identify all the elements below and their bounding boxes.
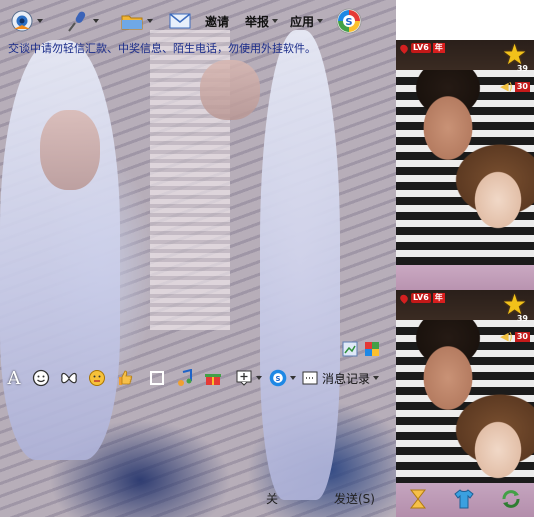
shake-face-icon [89, 370, 105, 386]
close-button[interactable]: 关 [266, 490, 278, 507]
image-expand-icon [342, 341, 358, 357]
contact-profile-card[interactable]: LV6 年 ★ 39 ◀) 30 [396, 40, 534, 265]
font-icon: A [7, 367, 21, 389]
top-toolbar: 邀请 举报 应用 S [0, 0, 396, 40]
hourglass-icon [410, 489, 427, 508]
format-toolbar: A S 消息记录 [0, 366, 396, 390]
app-center-button[interactable]: S [336, 8, 362, 34]
music-button[interactable] [174, 366, 196, 390]
heart-icon [398, 42, 410, 54]
dress-up-button[interactable] [453, 488, 475, 513]
level-badge: LV6 年 [398, 292, 445, 304]
chevron-down-icon [317, 19, 324, 23]
envelope-icon [169, 13, 191, 29]
chevron-down-icon [147, 19, 153, 23]
thumbs-up-icon [119, 370, 133, 385]
expand-view-button[interactable] [342, 341, 358, 360]
security-notice: 交谈中请勿轻信汇款、中奖信息、陌生电话，勿使用外挂软件。 [8, 42, 316, 55]
report-label: 举报 [245, 14, 270, 29]
magic-expression-button[interactable] [58, 366, 80, 390]
chevron-down-icon [373, 376, 380, 380]
send-image-button[interactable] [202, 366, 224, 390]
card-divider [396, 265, 534, 290]
hourglass-button[interactable] [408, 488, 428, 513]
shake-button[interactable] [86, 366, 108, 390]
tshirt-icon [454, 488, 474, 508]
folder-icon [121, 15, 143, 30]
panel-footer-toolbar [396, 483, 534, 517]
square-capture-icon [150, 371, 164, 385]
screenshot-button[interactable] [146, 366, 168, 390]
send-button[interactable]: 发送(S) [334, 490, 375, 507]
self-profile-card[interactable]: LV6 年 ★ 39 ◀) 30 [396, 290, 534, 483]
music-note-icon [178, 369, 192, 386]
microphone-icon [68, 11, 86, 32]
right-profile-panel: LV6 年 ★ 39 ◀) 30 LV6 年 ★ 39 ◀) 30 [396, 40, 534, 517]
chevron-down-icon [255, 376, 262, 380]
invite-button[interactable]: 邀请 [205, 8, 229, 34]
color-theme-button[interactable] [364, 341, 380, 360]
refresh-button[interactable] [500, 488, 522, 513]
app-plugin-button[interactable]: S [266, 366, 298, 390]
chevron-down-icon [93, 19, 99, 23]
speaker-icon: ◀) [500, 330, 513, 343]
svg-text:S: S [275, 375, 280, 383]
svg-text:S: S [345, 17, 352, 28]
chevron-down-icon [289, 376, 296, 380]
voice-call-button[interactable] [66, 8, 99, 34]
video-call-button[interactable] [10, 8, 43, 34]
butterfly-icon [61, 372, 77, 384]
palette-grid-icon [365, 342, 379, 356]
star-rank: ★ 39 [502, 40, 528, 74]
star-rank: ★ 39 [502, 290, 528, 324]
apps-button[interactable]: 应用 [290, 8, 324, 34]
chevron-down-icon [37, 19, 43, 23]
smiley-icon [32, 369, 50, 387]
volume-indicator[interactable]: ◀) 30 [500, 80, 530, 93]
font-button[interactable]: A [4, 366, 24, 390]
apps-label: 应用 [290, 14, 315, 29]
gift-button[interactable] [114, 366, 136, 390]
insert-box-icon [236, 370, 251, 386]
chat-background-photo [0, 0, 396, 517]
chevron-down-icon [272, 19, 279, 23]
level-badge: LV6 年 [398, 42, 445, 54]
app-s-logo-icon: S [269, 369, 286, 387]
message-log-icon [302, 371, 318, 385]
mail-button[interactable] [168, 8, 192, 34]
heart-icon [398, 292, 410, 304]
invite-label: 邀请 [205, 14, 230, 29]
insert-menu-button[interactable] [232, 366, 264, 390]
webcam-icon [11, 10, 33, 32]
message-record-label: 消息记录 [322, 371, 371, 386]
contact-avatar-photo [396, 40, 534, 265]
bottom-action-bar: 关 发送(S) [250, 490, 396, 517]
app-s-logo-icon: S [336, 8, 362, 34]
gift-box-icon [205, 374, 221, 385]
volume-indicator[interactable]: ◀) 30 [500, 330, 530, 343]
emoji-button[interactable] [30, 366, 52, 390]
send-file-button[interactable] [120, 8, 153, 34]
speaker-icon: ◀) [500, 80, 513, 93]
refresh-icon [502, 489, 520, 508]
message-record-button[interactable]: 消息记录 [302, 366, 384, 390]
report-button[interactable]: 举报 [245, 8, 279, 34]
